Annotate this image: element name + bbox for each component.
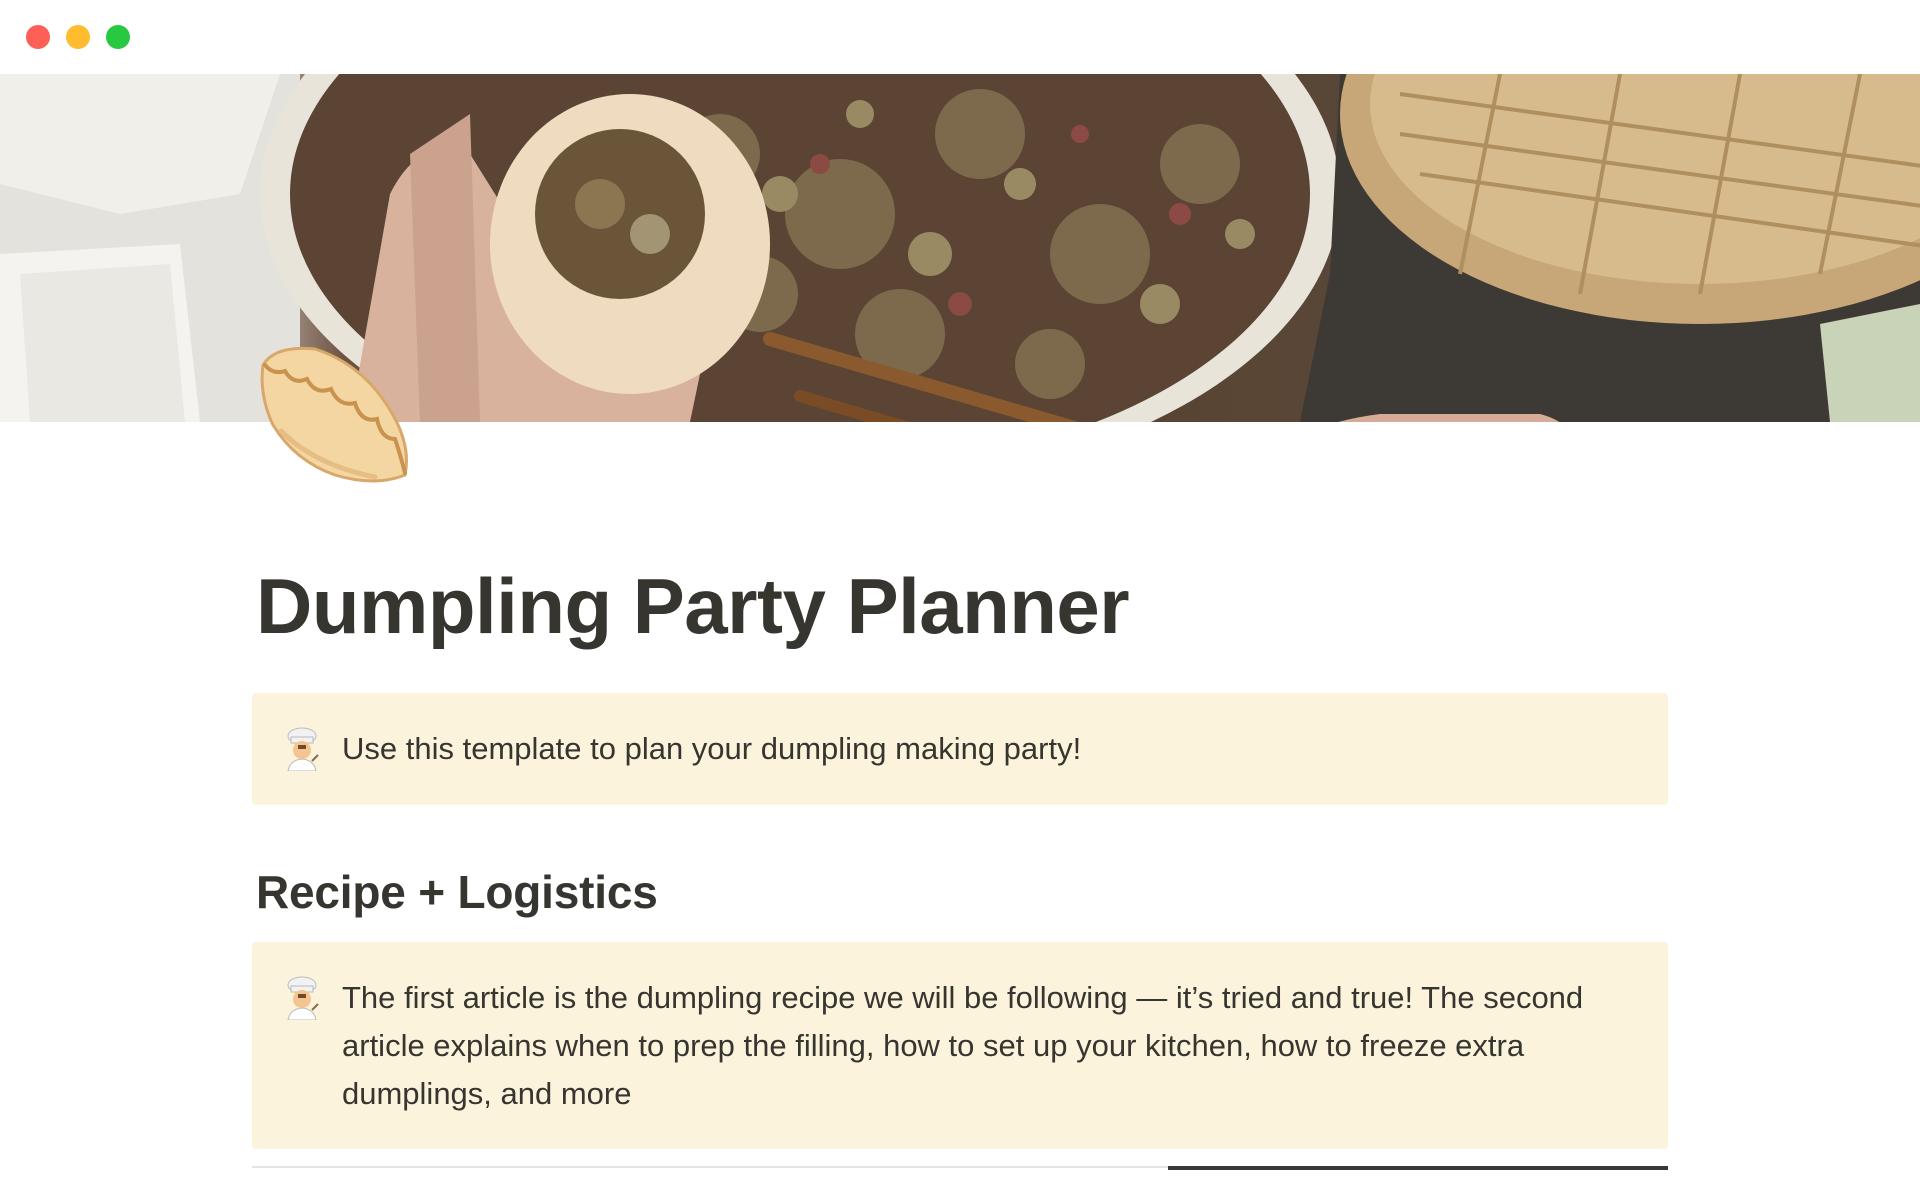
minimize-window-button[interactable]: [66, 25, 90, 49]
dumpling-icon[interactable]: [255, 335, 415, 495]
page-content: Dumpling Party Planner Use this template…: [252, 560, 1668, 1149]
preview-thumbnail-edge: [1168, 1166, 1668, 1170]
app-window: Dumpling Party Planner Use this template…: [0, 0, 1920, 1200]
linked-pages-preview[interactable]: [252, 1166, 1668, 1200]
cook-icon: [287, 727, 319, 771]
cook-icon: [287, 976, 319, 1020]
maximize-window-button[interactable]: [106, 25, 130, 49]
page-title[interactable]: Dumpling Party Planner: [256, 560, 1668, 654]
section-heading-recipe-logistics[interactable]: Recipe + Logistics: [256, 865, 658, 919]
callout-intro[interactable]: Use this template to plan your dumpling …: [252, 693, 1668, 805]
title-bar: [0, 0, 1920, 74]
callout-intro-text: Use this template to plan your dumpling …: [342, 731, 1082, 766]
close-window-button[interactable]: [26, 25, 50, 49]
callout-articles-text: The first article is the dumpling recipe…: [342, 980, 1584, 1111]
callout-articles[interactable]: The first article is the dumpling recipe…: [252, 942, 1668, 1149]
